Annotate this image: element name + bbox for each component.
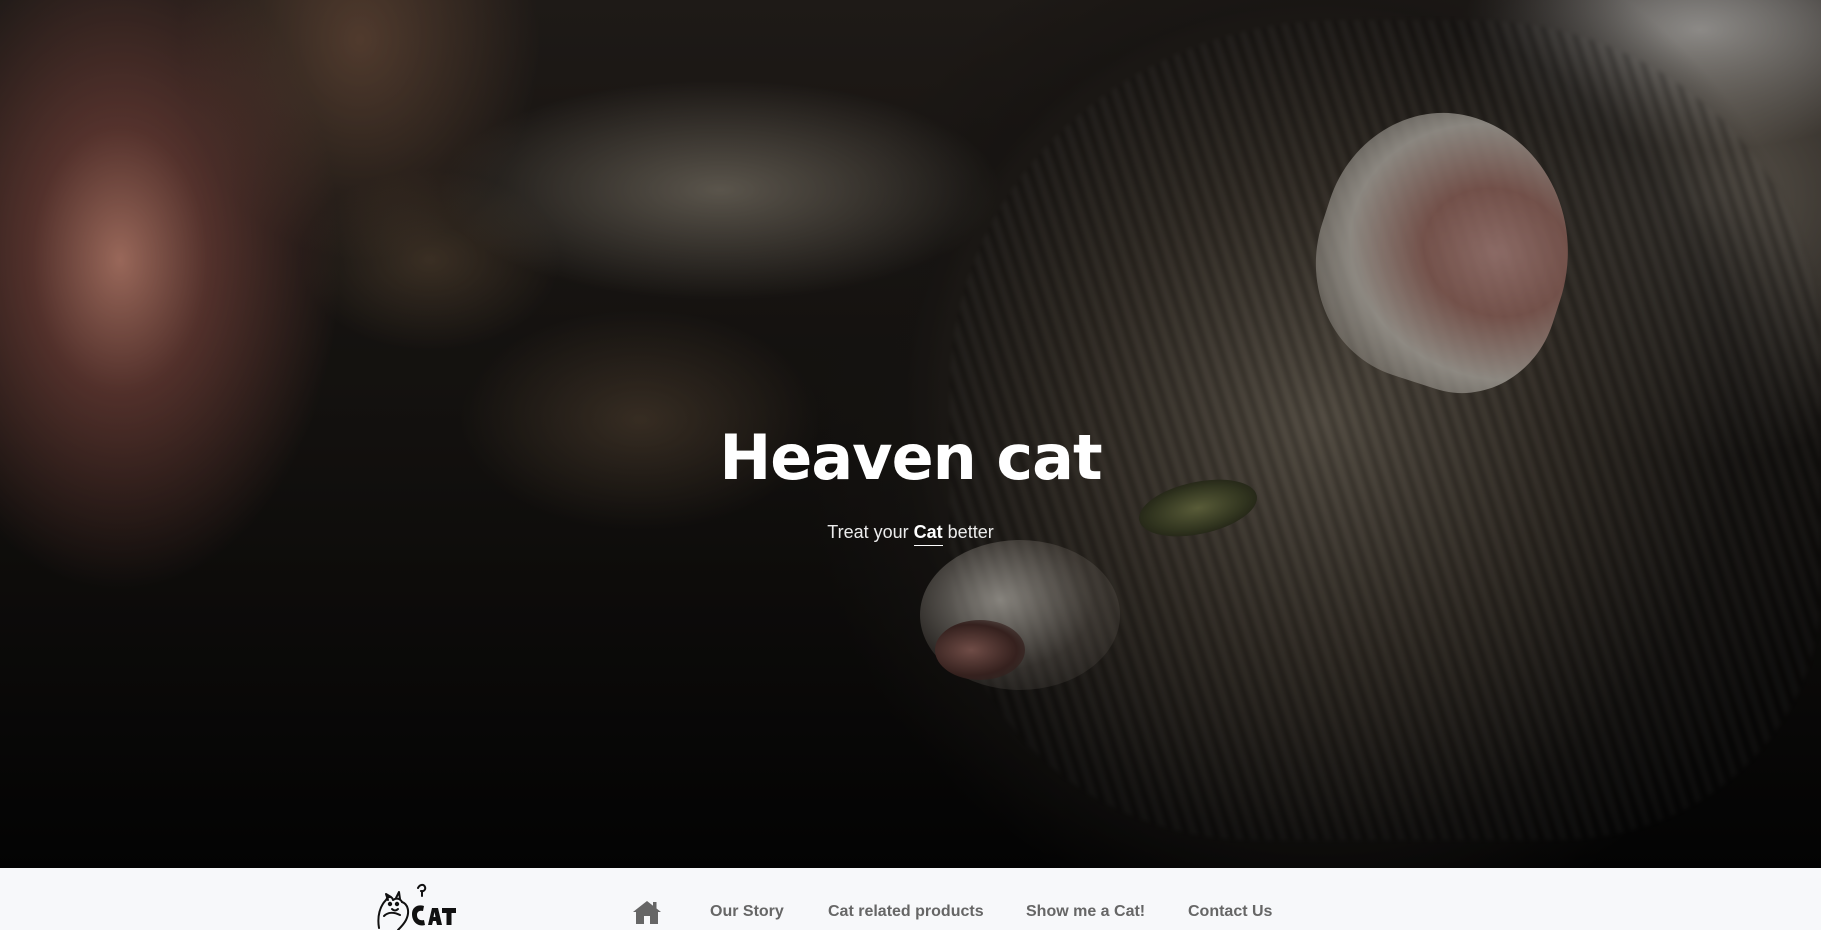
hero-tagline: Treat your Cat better	[0, 520, 1821, 546]
nav-link-our-story[interactable]: Our Story	[710, 902, 784, 922]
tagline-text-after: better	[942, 522, 994, 542]
nav-link-contact-us[interactable]: Contact Us	[1188, 902, 1272, 922]
tagline-text-before: Treat your	[827, 522, 914, 542]
hero-title: Heaven cat	[719, 421, 1102, 494]
nav-link-cat-related-products[interactable]: Cat related products	[828, 902, 984, 922]
cat-logo-icon[interactable]	[374, 882, 458, 930]
nav-link-show-me-a-cat[interactable]: Show me a Cat!	[1026, 902, 1145, 922]
home-icon[interactable]	[632, 899, 662, 925]
hero-section: Heaven cat Treat your Cat better	[0, 0, 1821, 868]
tagline-highlight: Cat	[913, 522, 943, 546]
